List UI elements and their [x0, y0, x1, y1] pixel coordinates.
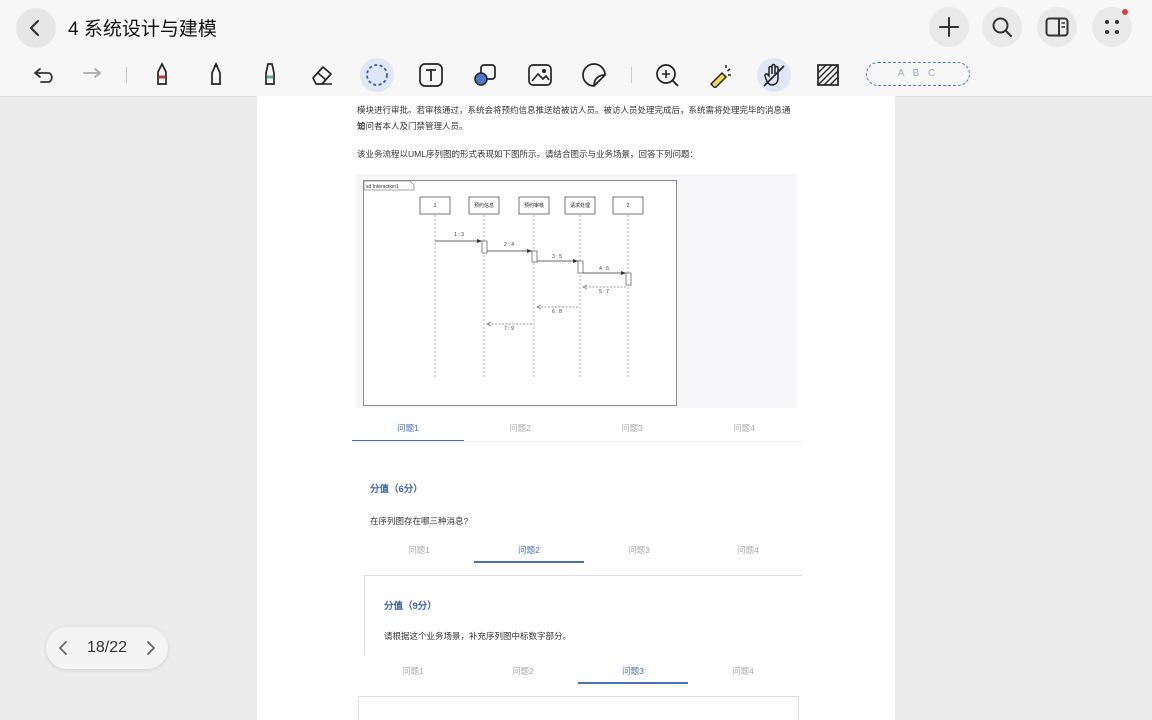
undo-icon — [34, 68, 53, 83]
sidebar-icon — [1045, 17, 1069, 37]
marker-tool[interactable] — [199, 58, 233, 92]
message-label: 5 : 7 — [599, 289, 609, 295]
lifeline-label: 预约审核 — [524, 202, 544, 209]
hand-tool[interactable] — [757, 58, 791, 92]
eraser-tool[interactable] — [305, 58, 339, 92]
sidebar-toggle-button[interactable] — [1037, 7, 1077, 47]
previous-page-icon[interactable] — [58, 641, 68, 655]
tab-question-3[interactable]: 问题3 — [584, 544, 694, 556]
toolbar-divider — [631, 67, 632, 83]
question-text: 请根据这个业务场景，补充序列图中标数字部分。 — [384, 631, 572, 641]
laser-pointer-tool[interactable] — [703, 58, 737, 92]
back-button[interactable] — [16, 8, 56, 48]
document-page: 模块进行审批。若审核通过，系统会将预约信息推送给被访人员。被访人员处理完成后，系… — [257, 96, 895, 720]
tab-question-1[interactable]: 问题1 — [358, 665, 468, 677]
tab-question-4[interactable]: 问题4 — [694, 544, 802, 556]
search-icon — [992, 17, 1012, 37]
sticker-tool[interactable] — [577, 58, 611, 92]
question-tabs: 问题1 问题2 问题3 问题4 — [364, 544, 802, 568]
search-button[interactable] — [982, 7, 1022, 47]
laser-pointer-icon — [709, 65, 731, 88]
answer-box[interactable] — [358, 696, 799, 720]
page-number: 18/22 — [86, 639, 128, 656]
paragraph-line: 访问者本人及门禁管理人员。 — [357, 121, 468, 131]
tab-question-4[interactable]: 问题4 — [688, 422, 800, 434]
lifeline-label: 2 — [627, 203, 630, 209]
tab-question-1[interactable]: 问题1 — [364, 544, 474, 556]
active-tab-indicator — [474, 561, 584, 563]
message-label: 7 : 9 — [504, 326, 514, 332]
score-label: 分值（9分） — [384, 601, 437, 612]
lifeline-label: 请求处理 — [570, 202, 590, 209]
shape-tool[interactable] — [468, 58, 502, 92]
add-button[interactable] — [929, 7, 969, 47]
highlighter-icon — [265, 63, 275, 85]
lasso-icon — [366, 64, 388, 86]
divider — [364, 575, 802, 576]
marker-icon — [211, 62, 221, 85]
redo-icon — [83, 68, 101, 78]
question-tabs: 问题1 问题2 问题3 问题4 — [352, 422, 802, 446]
message-label: 3 : 5 — [552, 254, 562, 260]
tab-question-1[interactable]: 问题1 — [352, 422, 464, 434]
active-tab-indicator — [578, 682, 688, 684]
next-page-icon[interactable] — [146, 641, 156, 655]
pattern-tool[interactable] — [811, 58, 845, 92]
text-box-icon — [419, 63, 443, 87]
abc-text-style-button[interactable]: A B C — [866, 62, 970, 86]
notification-dot — [1122, 9, 1128, 15]
question-tabs: 问题1 问题2 问题3 问题4 — [358, 665, 802, 689]
lifeline-label: 1 — [434, 203, 437, 209]
highlighter-tool[interactable] — [253, 58, 287, 92]
question-text: 在序列图存在哪三种消息? — [370, 516, 469, 526]
tab-question-4[interactable]: 问题4 — [688, 665, 798, 677]
zoom-tool[interactable] — [650, 58, 684, 92]
message-label: 6 : 8 — [552, 309, 562, 315]
tab-question-2[interactable]: 问题2 — [464, 422, 576, 434]
pen-icon — [157, 62, 167, 85]
document-title: 4 系统设计与建模 — [68, 19, 217, 40]
pen-tool[interactable] — [145, 58, 179, 92]
uml-sequence-diagram: sd Interaction1 1 预约信息 预约审核 请求处理 2 1: 3… — [363, 180, 677, 406]
score-label: 分值（6分） — [370, 484, 423, 495]
lasso-tool[interactable] — [360, 58, 394, 92]
redo-button[interactable] — [73, 58, 107, 92]
shape-icon — [474, 64, 496, 86]
back-icon — [29, 19, 40, 37]
undo-button[interactable] — [28, 58, 62, 92]
tab-question-3[interactable]: 问题3 — [576, 422, 688, 434]
message-label: 1 : 3 — [454, 232, 464, 238]
tab-question-3[interactable]: 问题3 — [578, 665, 688, 677]
message-label: 2 : 4 — [504, 242, 514, 248]
image-tool[interactable] — [523, 58, 557, 92]
divider — [352, 441, 802, 442]
title-bar: 4 系统设计与建模 — [0, 0, 1152, 54]
plus-icon — [939, 17, 959, 37]
message-label: 4 : 6 — [599, 266, 609, 272]
more-button[interactable] — [1092, 7, 1132, 47]
paragraph: 该业务流程以UML序列图的形式表现如下图所示。请结合图示与业务场景，回答下列问题… — [357, 149, 698, 159]
sequence-diagram-graphic: sd Interaction1 1 预约信息 预约审核 请求处理 2 1: 3… — [364, 181, 644, 379]
divider — [364, 575, 365, 655]
toolbar-divider — [126, 67, 127, 83]
pattern-icon — [817, 64, 839, 86]
tab-question-2[interactable]: 问题2 — [474, 544, 584, 556]
zoom-icon — [656, 64, 679, 87]
page-navigator: 18/22 — [46, 627, 168, 669]
text-box-tool[interactable] — [414, 58, 448, 92]
tool-bar: A B C — [0, 54, 1152, 97]
hand-tool-icon — [763, 63, 785, 87]
more-icon — [1105, 20, 1119, 34]
image-icon — [528, 64, 552, 86]
lifeline-label: 预约信息 — [474, 202, 494, 209]
eraser-icon — [312, 66, 332, 85]
sticker-icon — [582, 63, 606, 87]
tab-question-2[interactable]: 问题2 — [468, 665, 578, 677]
frame-label: sd Interaction1 — [366, 184, 399, 190]
